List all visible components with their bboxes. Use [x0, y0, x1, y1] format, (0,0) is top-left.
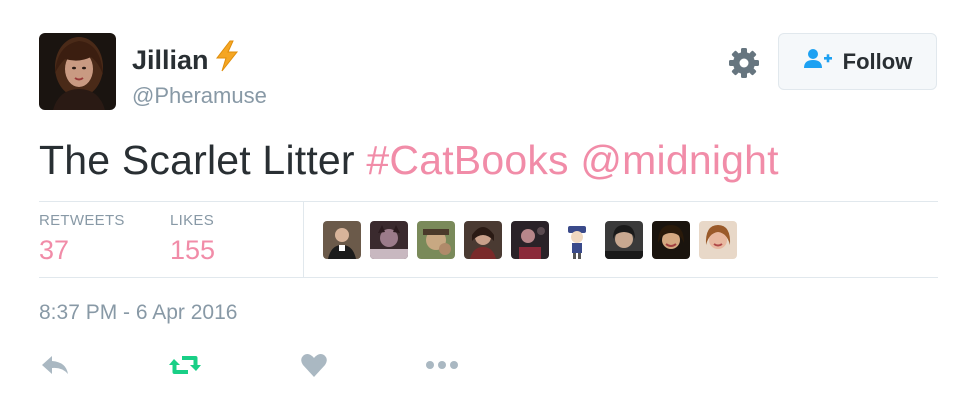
mention-link[interactable]: @midnight	[580, 137, 778, 183]
liker-avatar[interactable]	[323, 221, 361, 259]
gear-icon[interactable]	[727, 46, 761, 80]
user-info: Jillian @Pheramuse	[132, 40, 267, 109]
avatar[interactable]	[39, 33, 116, 110]
more-icon[interactable]	[425, 350, 459, 380]
liker-avatar[interactable]	[605, 221, 643, 259]
liker-avatar[interactable]	[464, 221, 502, 259]
divider	[39, 277, 938, 278]
hashtag-link[interactable]: #CatBooks	[366, 137, 568, 183]
stats-divider	[303, 202, 304, 277]
follow-button[interactable]: Follow	[778, 33, 937, 90]
likes-stat[interactable]: LIKES 155	[170, 212, 215, 266]
liker-avatar[interactable]	[558, 221, 596, 259]
liker-avatars	[323, 221, 737, 259]
liker-avatar[interactable]	[417, 221, 455, 259]
liker-avatar[interactable]	[699, 221, 737, 259]
display-name-text[interactable]: Jillian	[132, 44, 209, 76]
follow-user-icon	[803, 48, 833, 76]
retweets-count[interactable]: 37	[39, 235, 125, 266]
reply-icon[interactable]	[38, 350, 72, 380]
like-icon[interactable]	[297, 350, 331, 380]
retweets-label: RETWEETS	[39, 212, 125, 229]
liker-avatar[interactable]	[511, 221, 549, 259]
lightning-icon	[213, 40, 241, 79]
retweets-stat[interactable]: RETWEETS 37	[39, 212, 125, 266]
likes-label: LIKES	[170, 212, 215, 229]
display-name[interactable]: Jillian	[132, 40, 267, 79]
user-handle[interactable]: @Pheramuse	[132, 83, 267, 109]
follow-button-label: Follow	[842, 48, 913, 74]
likes-count[interactable]: 155	[170, 235, 215, 266]
tweet-timestamp[interactable]: 8:37 PM - 6 Apr 2016	[39, 301, 237, 325]
tweet-text: The Scarlet Litter #CatBooks @midnight	[39, 137, 779, 184]
retweet-icon[interactable]	[168, 350, 202, 380]
tweet-body: The Scarlet Litter	[39, 137, 355, 183]
divider	[39, 201, 938, 202]
liker-avatar[interactable]	[370, 221, 408, 259]
liker-avatar[interactable]	[652, 221, 690, 259]
